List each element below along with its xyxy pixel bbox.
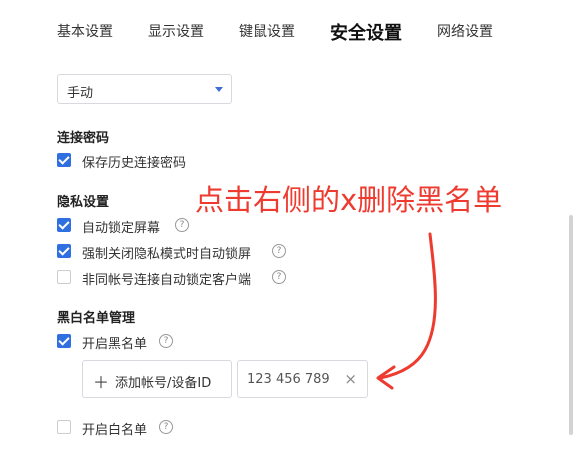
mode-select[interactable]: 手动 xyxy=(57,74,232,104)
blacklist-entry: 123 456 789 × xyxy=(237,360,368,398)
chevron-down-icon xyxy=(215,87,223,92)
tab-security-settings[interactable]: 安全设置 xyxy=(330,19,402,45)
blacklist-entry-id: 123 456 789 xyxy=(247,372,330,387)
checkbox-unchecked-icon[interactable] xyxy=(57,270,71,284)
tab-network-settings[interactable]: 网络设置 xyxy=(437,21,493,41)
tab-display-settings[interactable]: 显示设置 xyxy=(148,21,204,41)
mode-select-value: 手动 xyxy=(67,86,94,101)
checkbox-checked-icon[interactable] xyxy=(57,153,71,167)
vertical-scrollbar[interactable] xyxy=(569,215,573,435)
help-icon[interactable]: ? xyxy=(159,420,173,434)
option-label: 保存历史连接密码 xyxy=(82,156,187,171)
tab-basic-settings[interactable]: 基本设置 xyxy=(57,21,113,41)
settings-tabs: 基本设置 显示设置 键鼠设置 安全设置 网络设置 xyxy=(0,0,577,60)
help-icon[interactable]: ? xyxy=(159,334,173,348)
plus-icon: ＋ xyxy=(93,373,110,392)
section-title-connection-password: 连接密码 xyxy=(57,131,110,146)
help-icon[interactable]: ? xyxy=(175,218,189,232)
add-account-device-button[interactable]: ＋ 添加帐号/设备ID xyxy=(82,360,232,398)
annotation-arrow-icon xyxy=(376,232,437,390)
checkbox-checked-icon[interactable] xyxy=(57,218,71,232)
annotation-text: 点击右侧的x删除黑名单 xyxy=(195,183,503,217)
add-button-label: 添加帐号/设备ID xyxy=(115,376,212,391)
tab-keyboard-mouse-settings[interactable]: 键鼠设置 xyxy=(239,21,295,41)
checkbox-checked-icon[interactable] xyxy=(57,244,71,258)
close-icon[interactable]: × xyxy=(344,370,357,388)
checkbox-unchecked-icon[interactable] xyxy=(57,420,71,434)
option-label: 开启白名单 xyxy=(82,423,148,438)
option-label: 自动锁定屏幕 xyxy=(82,221,161,236)
checkbox-checked-icon[interactable] xyxy=(57,334,71,348)
help-icon[interactable]: ? xyxy=(272,270,286,284)
section-title-blackwhite-list: 黑白名单管理 xyxy=(57,311,136,326)
option-label: 开启黑名单 xyxy=(82,337,148,352)
help-icon[interactable]: ? xyxy=(272,244,286,258)
option-label: 非同帐号连接自动锁定客户端 xyxy=(82,273,252,288)
option-label: 强制关闭隐私模式时自动锁屏 xyxy=(82,247,252,262)
section-title-privacy: 隐私设置 xyxy=(57,195,110,210)
